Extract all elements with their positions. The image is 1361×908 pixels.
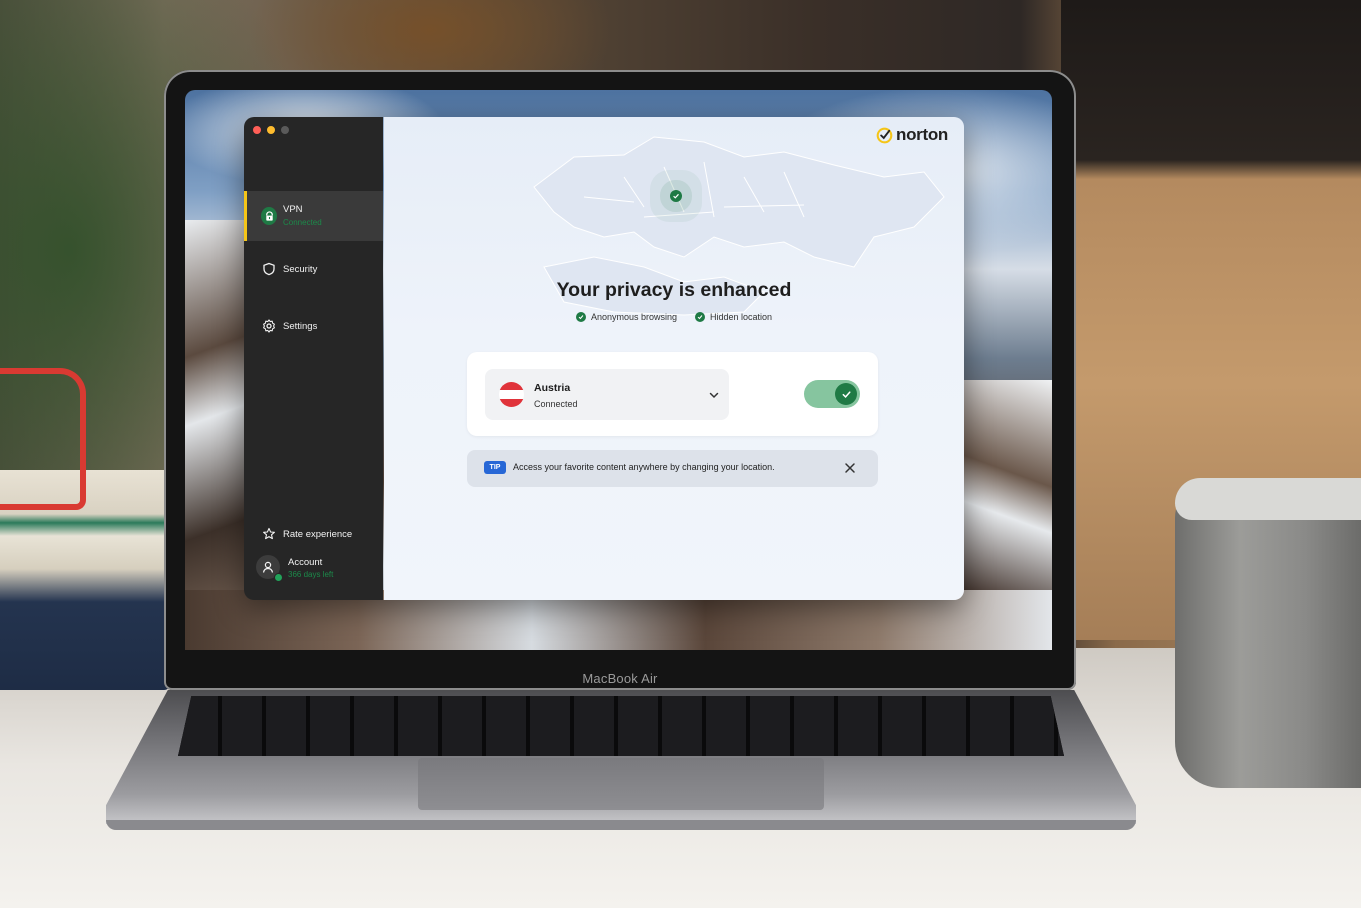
coffee-mug [1175, 478, 1361, 788]
location-pin-icon [670, 190, 682, 202]
norton-logo: norton [876, 125, 948, 145]
laptop-trackpad [418, 758, 824, 810]
location-selector[interactable]: Austria Connected [485, 369, 729, 420]
sidebar: VPN Connected Security Settings Rate exp… [244, 117, 383, 600]
vpn-toggle[interactable] [804, 380, 860, 408]
austria-flag-icon [499, 382, 524, 407]
check-circle-icon [575, 312, 586, 322]
vpn-icon [261, 207, 277, 225]
sidebar-item-label: VPN [283, 204, 303, 215]
vpn-main-panel: norton Your privacy is enhanced Anonymou… [384, 117, 964, 600]
location-country: Austria [534, 382, 571, 394]
account-subscription-label: 366 days left [288, 570, 334, 579]
laptop-front-edge [106, 820, 1136, 830]
privacy-features: Anonymous browsing Hidden location [384, 312, 964, 322]
connection-card: Austria Connected [467, 352, 878, 436]
chevron-down-icon [709, 392, 719, 399]
check-circle-icon [695, 312, 705, 322]
sidebar-item-security[interactable]: Security [244, 244, 383, 294]
checkmark-icon [835, 383, 857, 405]
window-close-button[interactable] [253, 126, 261, 134]
rate-experience-button[interactable]: Rate experience [244, 522, 383, 546]
sidebar-item-settings[interactable]: Settings [244, 301, 383, 351]
sidebar-item-sublabel: Connected [283, 218, 322, 227]
tip-badge: TIP [484, 461, 506, 474]
close-icon[interactable] [843, 461, 857, 475]
account-label: Account [288, 557, 323, 568]
window-zoom-button[interactable] [281, 126, 289, 134]
feature-anonymous-browsing: Anonymous browsing [575, 312, 677, 322]
sidebar-item-label: Settings [283, 320, 318, 332]
tip-banner: TIP Access your favorite content anywher… [467, 450, 878, 487]
laptop-model-label: MacBook Air [582, 671, 658, 686]
sidebar-item-vpn[interactable]: VPN Connected [244, 191, 383, 241]
norton-check-icon [876, 127, 893, 143]
feature-label: Hidden location [710, 312, 773, 322]
feature-hidden-location: Hidden location [695, 312, 772, 322]
page-title: Your privacy is enhanced [556, 279, 792, 301]
norton-vpn-window: VPN Connected Security Settings Rate exp… [244, 117, 964, 600]
eyeglasses [0, 368, 86, 510]
feature-label: Anonymous browsing [590, 312, 677, 322]
rate-experience-label: Rate experience [283, 528, 353, 540]
account-status-dot [274, 573, 283, 582]
norton-wordmark: norton [895, 125, 948, 144]
star-icon [261, 526, 277, 542]
laptop-keyboard [178, 696, 1064, 756]
account-button[interactable]: Account 366 days left [244, 553, 383, 589]
gear-icon [261, 318, 277, 334]
tip-text: Access your favorite content anywhere by… [513, 462, 775, 472]
sidebar-item-label: Security [283, 263, 318, 275]
location-status: Connected [534, 399, 578, 409]
window-minimize-button[interactable] [267, 126, 275, 134]
coffee-mug-rim [1175, 478, 1361, 520]
shield-icon [261, 261, 277, 277]
